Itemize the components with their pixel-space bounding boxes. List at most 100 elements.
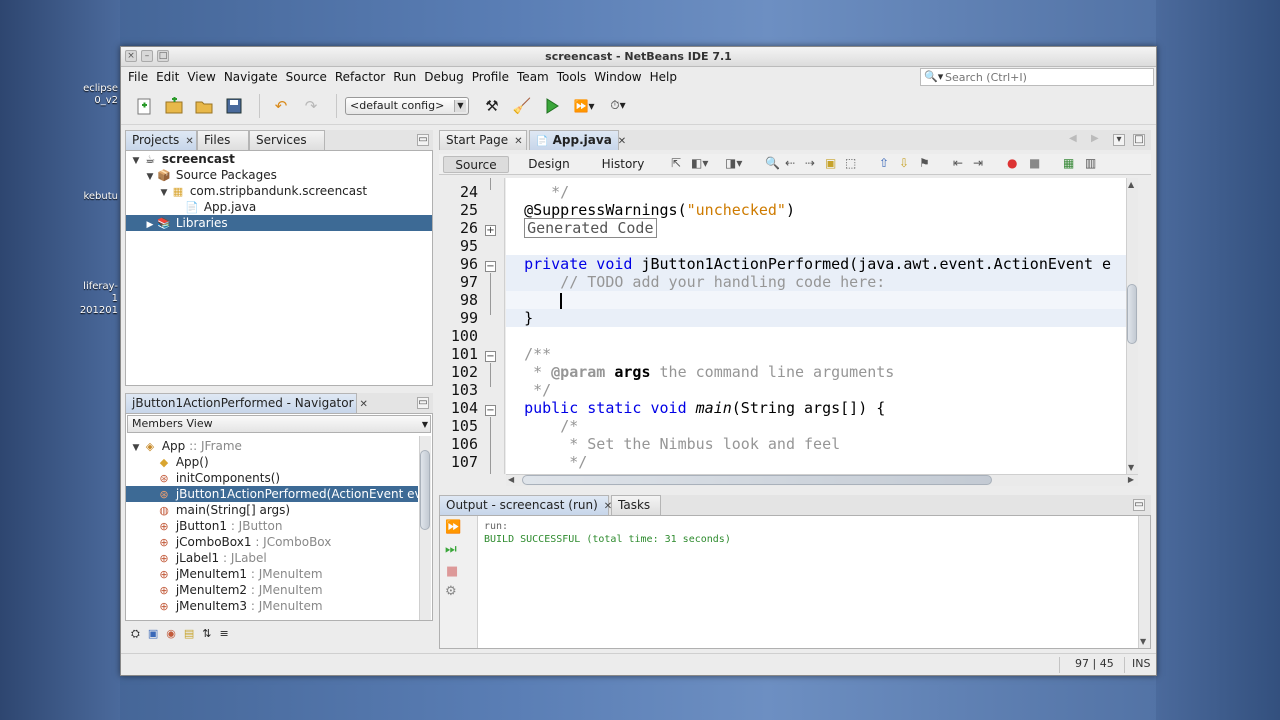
nav-item-field[interactable]: ⊕ jButton1 : JButton bbox=[126, 518, 418, 534]
collapse-fold-icon[interactable]: − bbox=[485, 261, 496, 272]
find-next-icon[interactable]: ⇢ bbox=[805, 156, 815, 170]
tab-output[interactable]: Output - screencast (run) ✕ bbox=[439, 495, 612, 515]
save-all-icon[interactable] bbox=[221, 94, 247, 118]
scroll-up-icon[interactable]: ▲ bbox=[1128, 180, 1134, 189]
close-icon[interactable]: ✕ bbox=[185, 136, 193, 147]
new-file-icon[interactable] bbox=[131, 94, 157, 118]
back-icon[interactable]: ◧▾ bbox=[691, 156, 708, 170]
minimize-icon[interactable]: ▭ bbox=[417, 134, 429, 146]
menu-edit[interactable]: Edit bbox=[152, 70, 183, 84]
previous-bookmark-icon[interactable]: ⇧ bbox=[879, 156, 889, 170]
desktop-icon-liferay[interactable]: liferay- 1 201201 bbox=[0, 281, 118, 317]
tab-scroll-left-icon[interactable]: ◀ bbox=[1069, 133, 1077, 144]
tab-navigator[interactable]: jButton1ActionPerformed - Navigator ✕ bbox=[125, 393, 368, 413]
nav-item-field[interactable]: ⊕ jMenuItem3 : JMenuItem bbox=[126, 598, 418, 614]
start-macro-icon[interactable]: ● bbox=[1007, 156, 1017, 170]
nav-item-constructor[interactable]: ◆ App() bbox=[126, 454, 418, 470]
config-dropdown[interactable]: <default config> ▼ bbox=[345, 96, 469, 115]
menu-team[interactable]: Team bbox=[513, 70, 553, 84]
collapse-fold-icon[interactable]: − bbox=[485, 405, 496, 416]
menu-run[interactable]: Run bbox=[389, 70, 420, 84]
toggle-bookmark-icon[interactable]: ⚑ bbox=[919, 156, 930, 170]
close-icon[interactable]: ✕ bbox=[618, 136, 626, 147]
navigator-scrollbar[interactable] bbox=[419, 436, 431, 620]
minimize-icon[interactable]: ▭ bbox=[1133, 499, 1145, 511]
search-icon[interactable]: 🔍▾ bbox=[924, 70, 943, 83]
scroll-down-icon[interactable]: ▼ bbox=[1128, 463, 1134, 472]
tree-node-source-packages[interactable]: ▼ 📦 Source Packages bbox=[126, 167, 432, 183]
nav-item-field[interactable]: ⊕ jComboBox1 : JComboBox bbox=[126, 534, 418, 550]
stop-icon[interactable]: ■ bbox=[446, 564, 458, 579]
menu-navigate[interactable]: Navigate bbox=[220, 70, 282, 84]
nav-item-method-selected[interactable]: ⊛ jButton1ActionPerformed(ActionEvent ev… bbox=[126, 486, 418, 502]
desktop-icon-kebutu[interactable]: kebutu bbox=[0, 191, 118, 203]
nav-item-field[interactable]: ⊕ jLabel1 : JLabel bbox=[126, 550, 418, 566]
last-edit-icon[interactable]: ⇱ bbox=[671, 156, 681, 170]
tree-node-package[interactable]: ▼ ▦ com.stripbandunk.screencast bbox=[126, 183, 432, 199]
rerun-with-params-icon[interactable]: ⏭ bbox=[445, 542, 457, 557]
toggle-rect-select-icon[interactable]: ⬚ bbox=[845, 156, 856, 170]
menu-source[interactable]: Source bbox=[282, 70, 331, 84]
clean-build-icon[interactable]: 🧹 bbox=[509, 94, 535, 118]
profile-project-icon[interactable]: ⏱▾ bbox=[603, 94, 633, 118]
collapse-fold-icon[interactable]: − bbox=[485, 351, 496, 362]
menu-window[interactable]: Window bbox=[590, 70, 645, 84]
subtab-source[interactable]: Source bbox=[443, 156, 509, 173]
tab-projects[interactable]: Projects ✕ bbox=[125, 130, 197, 150]
expand-toggle-icon[interactable]: ▶ bbox=[144, 217, 156, 233]
close-icon[interactable]: ✕ bbox=[360, 399, 368, 410]
subtab-history[interactable]: History bbox=[591, 156, 655, 173]
redo-icon[interactable]: ↷ bbox=[298, 94, 324, 118]
scrollbar-thumb[interactable] bbox=[522, 475, 992, 485]
scrollbar-thumb[interactable] bbox=[420, 450, 430, 530]
tab-start-page[interactable]: Start Page ✕ bbox=[439, 130, 527, 150]
run-project-icon[interactable] bbox=[539, 94, 565, 118]
toggle-highlight-icon[interactable]: ▣ bbox=[825, 156, 836, 170]
stop-macro-icon[interactable]: ■ bbox=[1029, 156, 1040, 170]
scroll-down-icon[interactable]: ▼ bbox=[1140, 637, 1146, 646]
build-hammer-icon[interactable]: ⚒ bbox=[479, 94, 505, 118]
menu-file[interactable]: File bbox=[124, 70, 152, 84]
tab-services[interactable]: Services bbox=[249, 130, 325, 150]
minimize-icon[interactable]: ▭ bbox=[417, 397, 429, 409]
members-view-dropdown[interactable]: Members View ▼ bbox=[127, 415, 431, 433]
new-project-icon[interactable] bbox=[161, 94, 187, 118]
rerun-icon[interactable]: ⏩ bbox=[445, 520, 461, 535]
debug-project-icon[interactable]: ⏩▾ bbox=[569, 94, 599, 118]
tree-node-libraries[interactable]: ▶ 📚 Libraries bbox=[126, 215, 432, 231]
menu-view[interactable]: View bbox=[183, 70, 219, 84]
next-bookmark-icon[interactable]: ⇩ bbox=[899, 156, 909, 170]
tab-tasks[interactable]: Tasks bbox=[611, 495, 661, 515]
show-opened-documents-icon[interactable]: ▾ bbox=[1113, 134, 1125, 146]
editor-vertical-scrollbar[interactable]: ▲ ▼ bbox=[1126, 178, 1138, 474]
insert-mode[interactable]: INS bbox=[1132, 657, 1150, 670]
scroll-left-icon[interactable]: ◀ bbox=[508, 475, 514, 484]
nav-item-method[interactable]: ⊛ initComponents() bbox=[126, 470, 418, 486]
nav-item-field[interactable]: ⊕ jMenuItem2 : JMenuItem bbox=[126, 582, 418, 598]
menu-debug[interactable]: Debug bbox=[420, 70, 467, 84]
tree-node-project[interactable]: ▼ ☕ screencast bbox=[126, 151, 432, 167]
nav-item-field[interactable]: ⊕ jMenuItem1 : JMenuItem bbox=[126, 566, 418, 582]
settings-gear-icon[interactable]: ⚙ bbox=[445, 584, 457, 599]
open-project-icon[interactable] bbox=[191, 94, 217, 118]
output-scrollbar[interactable]: ▼ bbox=[1138, 516, 1150, 648]
filter-fields-icon[interactable]: ▣ bbox=[148, 627, 158, 643]
filter-static-icon[interactable]: ◉ bbox=[166, 627, 176, 643]
undo-icon[interactable]: ↶ bbox=[268, 94, 294, 118]
sort-by-name-icon[interactable]: ⇅ bbox=[202, 627, 211, 643]
code-editor[interactable]: */ @SuppressWarnings("unchecked") Genera… bbox=[506, 178, 1126, 474]
caret-position[interactable]: 97 | 45 bbox=[1075, 657, 1114, 670]
desktop-icon-eclipse[interactable]: eclipse 0_v2 bbox=[0, 83, 118, 107]
uncomment-icon[interactable]: ▥ bbox=[1085, 156, 1096, 170]
filter-nonpublic-icon[interactable]: ▤ bbox=[184, 627, 194, 643]
nav-item-method[interactable]: ◍ main(String[] args) bbox=[126, 502, 418, 518]
scrollbar-thumb[interactable] bbox=[1127, 284, 1137, 344]
filter-inherited-icon[interactable]: ⛭ bbox=[131, 627, 140, 643]
shift-right-icon[interactable]: ⇥ bbox=[973, 156, 983, 170]
search-input[interactable] bbox=[945, 69, 1150, 85]
shift-left-icon[interactable]: ⇤ bbox=[953, 156, 963, 170]
expand-fold-icon[interactable]: + bbox=[485, 225, 496, 236]
subtab-design[interactable]: Design bbox=[519, 156, 579, 173]
tab-app-java[interactable]: 📄 App.java ✕ bbox=[529, 130, 626, 150]
close-icon[interactable]: ✕ bbox=[514, 136, 522, 147]
